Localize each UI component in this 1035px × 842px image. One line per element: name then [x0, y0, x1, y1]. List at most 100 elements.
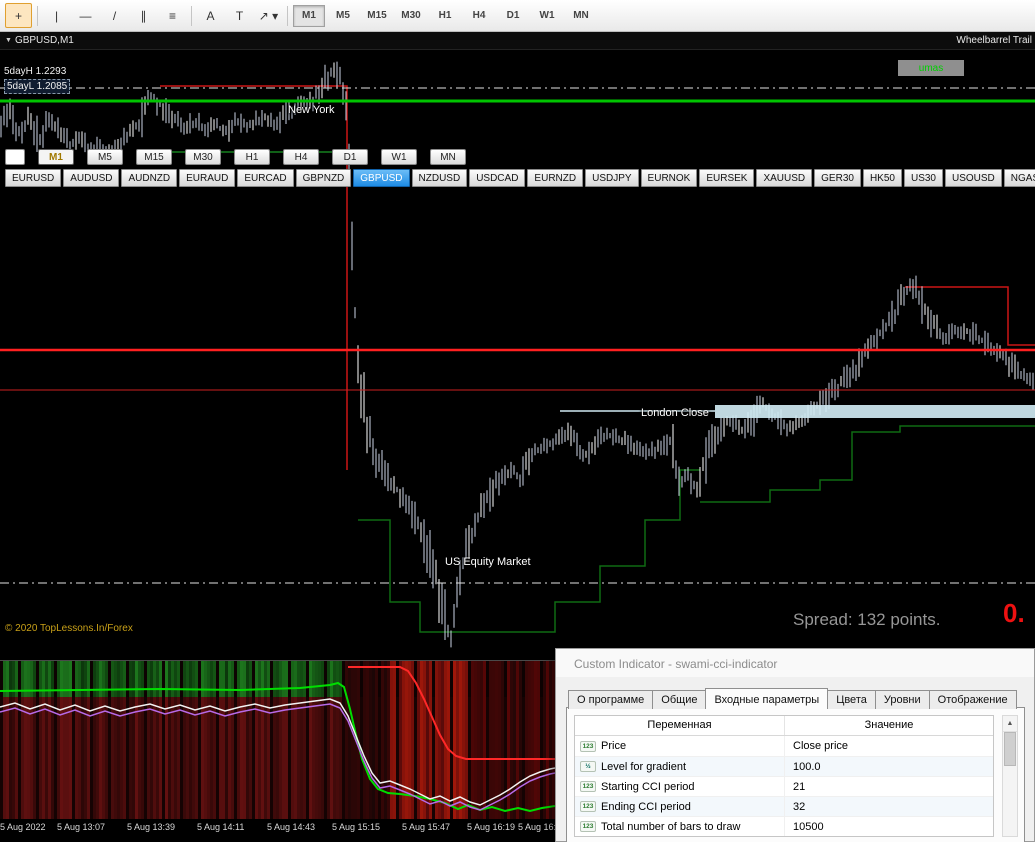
cci-heatmap-canvas	[0, 661, 555, 819]
symbol-button-ger30[interactable]: GER30	[814, 169, 861, 187]
param-row-total-number-of-bars-to-draw[interactable]: 123 Total number of bars to draw 10500	[575, 816, 993, 836]
param-row-level-for-gradient[interactable]: ½ Level for gradient 100.0	[575, 756, 993, 776]
red-trail-left[interactable]	[160, 85, 348, 470]
symbol-button-gbpusd[interactable]: GBPUSD	[353, 169, 410, 187]
chart-timeframe-button-h4[interactable]: H4	[283, 149, 319, 165]
toolbar-timeframe-m5[interactable]: M5	[327, 5, 359, 27]
toolbar-timeframe-mn[interactable]: MN	[565, 5, 597, 27]
toolbar-separator	[37, 5, 38, 26]
symbol-button-eurusd[interactable]: EURUSD	[5, 169, 62, 187]
annotation-us-equity-market[interactable]: US Equity Market	[445, 556, 531, 568]
toolbar-timeframe-m30[interactable]: M30	[395, 5, 427, 27]
symbol-button-audnzd[interactable]: AUDNZD	[121, 169, 178, 187]
chart-timeframe-button-m30[interactable]: M30	[185, 149, 221, 165]
dialog-tabs: О программе Общие Входные параметры Цвета Ур…	[568, 688, 1017, 709]
dialog-tab-уровни[interactable]: Уровни	[874, 690, 930, 709]
param-row-ending-cci-period[interactable]: 123 Ending CCI period 32	[575, 796, 993, 816]
param-value[interactable]: 32	[785, 801, 993, 813]
dialog-title: Custom Indicator - swami-cci-indicator	[556, 649, 1034, 677]
text-tool-button[interactable]: A	[197, 3, 224, 28]
param-row-starting-cci-period[interactable]: 123 Starting CCI period 21	[575, 776, 993, 796]
symbol-button-xauusd[interactable]: XAUUSD	[756, 169, 813, 187]
symbol-button-nzdusd[interactable]: NZDUSD	[411, 169, 468, 187]
symbol-button-gbpnzd[interactable]: GBPNZD	[295, 169, 352, 187]
integer-type-icon: 123	[580, 821, 596, 832]
chart-timeframe-button-m15[interactable]: M15	[136, 149, 172, 165]
symbol-button-usdcad[interactable]: USDCAD	[469, 169, 526, 187]
symbol-button-eursek[interactable]: EURSEK	[699, 169, 755, 187]
param-value[interactable]: 21	[785, 781, 993, 793]
param-value[interactable]: Close price	[785, 740, 993, 752]
arrows-tool-button[interactable]: ↗ ▾	[255, 3, 282, 28]
five-day-low-label[interactable]: 5dayL 1.2085	[4, 79, 71, 94]
main-chart[interactable]: 5dayH 1.2293 5dayL 1.2085 umas M1 M5 M15 M3…	[0, 50, 1035, 660]
crosshair-tool-button[interactable]: +	[5, 3, 32, 28]
london-close-band[interactable]	[715, 405, 1035, 418]
horizontal-line-tool-button[interactable]: —	[72, 3, 99, 28]
toolbar-timeframe-m15[interactable]: M15	[361, 5, 393, 27]
green-trail-bottom[interactable]	[358, 469, 700, 633]
dialog-tab-о-программе[interactable]: О программе	[568, 690, 654, 709]
symbol-button-audusd[interactable]: AUDUSD	[63, 169, 120, 187]
symbol-button-usousd[interactable]: USOUSD	[944, 169, 1002, 187]
dialog-tab-общие[interactable]: Общие	[652, 690, 707, 709]
annotation-london-close[interactable]: London Close	[641, 407, 709, 419]
chart-timeframe-button-w1[interactable]: W1	[381, 149, 417, 165]
toolbar-timeframe-h4[interactable]: H4	[463, 5, 495, 27]
param-name: Ending CCI period	[601, 800, 691, 813]
param-row-price[interactable]: 123 Price Close price	[575, 736, 993, 756]
umas-button[interactable]: umas	[898, 60, 964, 76]
param-name: Price	[601, 740, 627, 752]
five-day-high-label[interactable]: 5dayH 1.2293	[4, 65, 70, 78]
spread-label: Spread: 132 points.	[793, 610, 941, 629]
indicator-properties-dialog[interactable]: Custom Indicator - swami-cci-indicator О…	[555, 648, 1035, 842]
scrollbar-thumb[interactable]	[1004, 732, 1016, 766]
table-scrollbar[interactable]: ▲	[1002, 715, 1018, 837]
symbol-button-eurnok[interactable]: EURNOK	[640, 169, 698, 187]
time-label: 5 Aug 16:5	[518, 822, 555, 832]
chart-timeframe-button-d1[interactable]: D1	[332, 149, 368, 165]
symbol-button-ngas[interactable]: NGAS	[1003, 169, 1035, 187]
heatmap-stripes	[0, 661, 555, 819]
symbol-button-eurnzd[interactable]: EURNZD	[527, 169, 584, 187]
time-label: 5 Aug 13:07	[57, 822, 106, 832]
label-tool-button[interactable]: T	[226, 3, 253, 28]
toolbar-timeframes: M1 M5 M15 M30 H1 H4 D1 W1 MN	[292, 4, 598, 27]
symbol-button-usdjpy[interactable]: USDJPY	[585, 169, 639, 187]
time-label: 5 Aug 15:47	[402, 822, 451, 832]
param-value[interactable]: 10500	[785, 821, 993, 833]
toolbar-tools: + | — / ∥ ≡ A T ↗ ▾	[4, 3, 283, 28]
price-chart-canvas	[0, 61, 1035, 648]
symbol-button-euraud[interactable]: EURAUD	[179, 169, 236, 187]
annotation-new-york[interactable]: New York	[288, 104, 334, 116]
dialog-tab-цвета[interactable]: Цвета	[827, 690, 876, 709]
symbol-button-eurcad[interactable]: EURCAD	[237, 169, 294, 187]
indicator-subwindow[interactable]: 5 Aug 2022 5 Aug 13:07 5 Aug 13:39 5 Aug 14…	[0, 660, 555, 842]
blank-button[interactable]	[5, 149, 25, 165]
equidistant-channel-tool-button[interactable]: ∥	[130, 3, 157, 28]
symbol-button-us30[interactable]: US30	[903, 169, 943, 187]
param-value[interactable]: 100.0	[785, 761, 993, 773]
collapse-icon[interactable]: ▼	[5, 37, 12, 44]
toolbar-timeframe-h1[interactable]: H1	[429, 5, 461, 27]
vertical-line-tool-button[interactable]: |	[43, 3, 70, 28]
green-trail-right[interactable]	[700, 425, 1035, 503]
scroll-up-icon[interactable]: ▲	[1003, 716, 1017, 732]
symbol-button-row: EURUSD AUDUSD AUDNZD EURAUD EURCAD GBPNZD GBPU…	[5, 169, 1035, 187]
toolbar-separator	[191, 5, 192, 26]
chart-timeframe-button-h1[interactable]: H1	[234, 149, 270, 165]
five-day-levels: 5dayH 1.2293 5dayL 1.2085	[4, 65, 71, 94]
chart-timeframe-button-m5[interactable]: M5	[87, 149, 123, 165]
toolbar-timeframe-w1[interactable]: W1	[531, 5, 563, 27]
chart-window-titlebar[interactable]: ▼ GBPUSD,M1 Wheelbarrel Trail	[0, 32, 1035, 50]
dialog-tab-отображение[interactable]: Отображение	[928, 690, 1017, 709]
symbol-button-hk50[interactable]: HK50	[862, 169, 902, 187]
chart-timeframe-button-m1[interactable]: M1	[38, 149, 74, 165]
dialog-tab-входные-параметры[interactable]: Входные параметры	[705, 688, 829, 709]
toolbar-timeframe-d1[interactable]: D1	[497, 5, 529, 27]
toolbar-timeframe-m1[interactable]: M1	[293, 4, 325, 27]
trendline-tool-button[interactable]: /	[101, 3, 128, 28]
time-label: 5 Aug 13:39	[127, 822, 176, 832]
fibonacci-tool-button[interactable]: ≡	[159, 3, 186, 28]
chart-timeframe-button-mn[interactable]: MN	[430, 149, 466, 165]
